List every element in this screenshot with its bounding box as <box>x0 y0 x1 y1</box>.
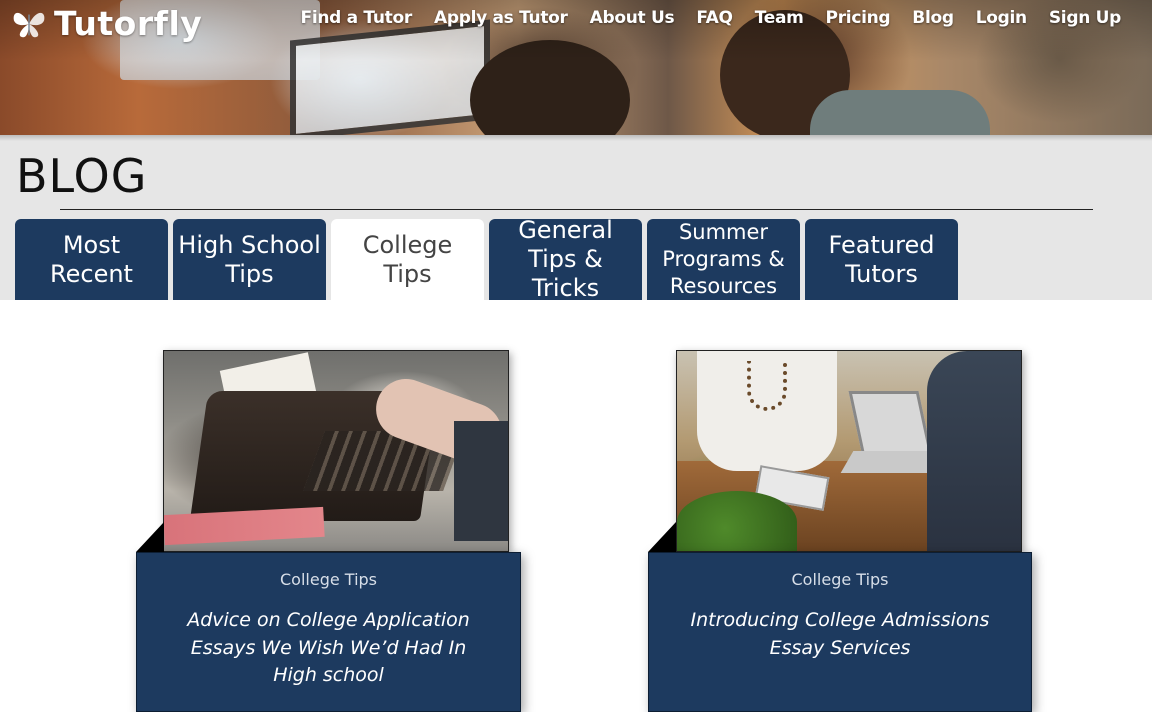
tab-most-recent[interactable]: Most Recent <box>15 219 168 300</box>
nav-about-us[interactable]: About Us <box>579 8 686 28</box>
nav-pricing[interactable]: Pricing <box>815 8 902 28</box>
brand-name: Tutorfly <box>54 4 203 43</box>
blog-header: BLOG Most Recent High School Tips Colleg… <box>0 135 1152 302</box>
post-caption[interactable]: College Tips Advice on College Applicati… <box>136 552 521 712</box>
nav-team[interactable]: Team <box>744 8 815 28</box>
post-thumbnail[interactable] <box>163 350 509 552</box>
post-category[interactable]: College Tips <box>649 570 1031 589</box>
divider <box>60 209 1093 210</box>
nav-login[interactable]: Login <box>965 8 1038 28</box>
tab-college-tips[interactable]: College Tips <box>331 219 484 300</box>
card-corner-fold <box>648 522 676 552</box>
tab-featured-tutors[interactable]: Featured Tutors <box>805 219 958 300</box>
nav-find-a-tutor[interactable]: Find a Tutor <box>290 8 423 28</box>
tab-general-tips-tricks[interactable]: General Tips & Tricks <box>489 216 642 302</box>
brand-logo[interactable]: Tutorfly <box>10 4 202 43</box>
butterfly-icon <box>13 12 45 37</box>
post-category[interactable]: College Tips <box>137 570 520 589</box>
nav-faq[interactable]: FAQ <box>685 8 743 28</box>
nav-sign-up[interactable]: Sign Up <box>1038 8 1132 28</box>
hero-banner: Tutorfly Find a Tutor Apply as Tutor Abo… <box>0 0 1152 135</box>
category-tabs: Most Recent High School Tips College Tip… <box>15 216 958 302</box>
post-title[interactable]: Introducing College Admissions Essay Ser… <box>690 607 990 662</box>
tab-high-school-tips[interactable]: High School Tips <box>173 219 326 300</box>
nav-apply-as-tutor[interactable]: Apply as Tutor <box>423 8 579 28</box>
tab-summer-programs-resources[interactable]: Summer Programs & Resources <box>647 219 800 300</box>
page-title: BLOG <box>16 149 148 203</box>
post-title[interactable]: Advice on College Application Essays We … <box>179 607 479 690</box>
main-nav: Find a Tutor Apply as Tutor About Us FAQ… <box>290 8 1132 28</box>
card-corner-fold <box>136 522 164 552</box>
post-thumbnail[interactable] <box>676 350 1022 552</box>
nav-blog[interactable]: Blog <box>901 8 964 28</box>
post-caption[interactable]: College Tips Introducing College Admissi… <box>648 552 1032 712</box>
